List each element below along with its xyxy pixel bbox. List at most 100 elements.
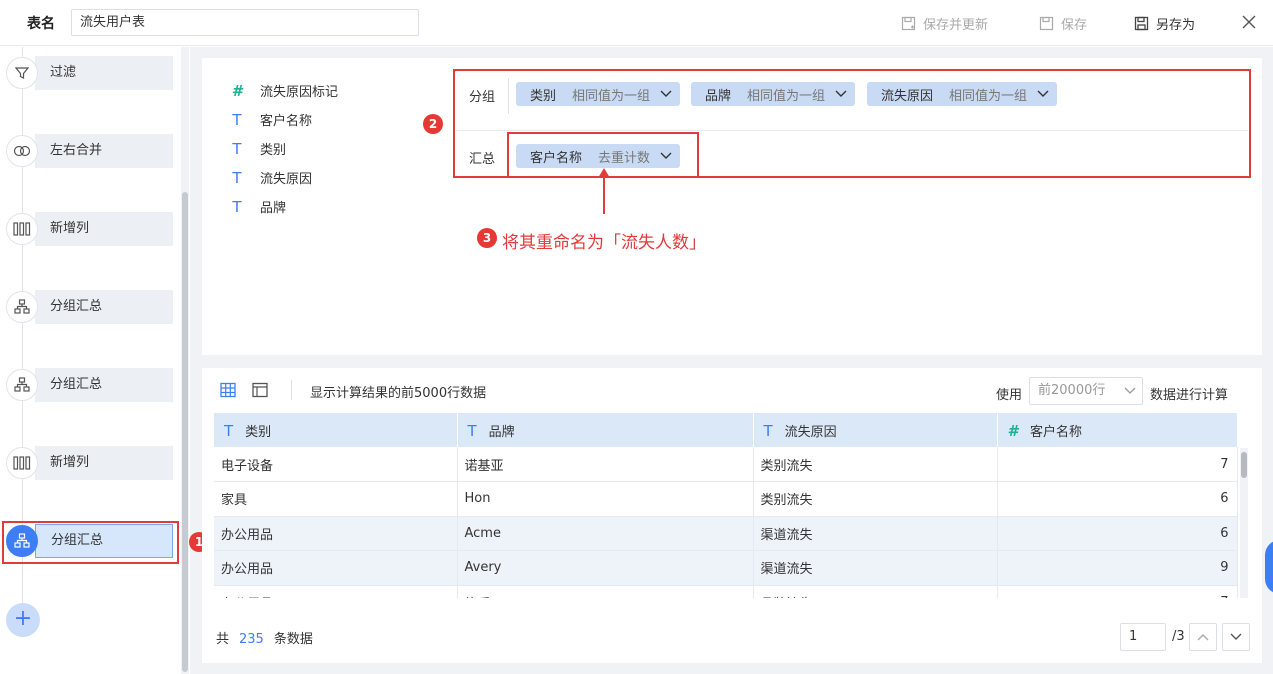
table-row: 家具 Hon 类别流失 6 [214, 481, 1238, 517]
chevron-up-icon [1197, 634, 1209, 641]
group-icon [6, 369, 38, 401]
number-type-icon: # [1007, 421, 1018, 440]
field-item[interactable]: T 类别 [230, 134, 338, 163]
table-cell: 6 [997, 481, 1238, 517]
annotation-badge-2: 2 [423, 114, 443, 134]
table-cell: 6 [997, 516, 1238, 551]
table-row: 办公用品 Avery 渠道流失 9 [214, 550, 1238, 586]
table-scrollbar[interactable] [1240, 448, 1248, 598]
table-cell: 7 [997, 447, 1238, 482]
annotation-note: 将其重命名为「流失人数」 [502, 233, 706, 253]
prev-page-button[interactable] [1189, 623, 1217, 651]
columns-icon [6, 447, 38, 479]
step-label: 分组汇总 [35, 368, 173, 402]
save-as-icon [1134, 16, 1149, 30]
field-list: # 流失原因标记 T 客户名称 T 类别 T 流失原因 T 品牌 [230, 76, 338, 221]
table-row: 办公用品 Acme 渠道流失 6 [214, 516, 1238, 551]
table-cell: 办公用品 [214, 550, 458, 586]
chevron-down-icon [1230, 633, 1242, 640]
column-header[interactable]: # 客户名称 [997, 413, 1238, 447]
table-name-label: 表名 [27, 16, 55, 32]
step-add-column[interactable]: 新增列 [6, 212, 174, 246]
save-as-button[interactable]: 另存为 [1134, 14, 1195, 33]
step-label: 新增列 [35, 446, 173, 480]
text-type-icon: T [763, 421, 773, 440]
table-cell: 渠道流失 [753, 516, 998, 551]
row-count: 共 235 条数据 [216, 632, 313, 647]
chevron-down-icon [1124, 387, 1136, 394]
panel-view-icon[interactable] [252, 382, 268, 398]
floating-assistant-button[interactable] [1265, 540, 1273, 594]
columns-icon [6, 213, 38, 245]
table-cell: 渠道流失 [753, 550, 998, 586]
merge-icon [6, 135, 38, 167]
table-cell: 施乐 [457, 585, 754, 598]
field-item[interactable]: # 流失原因标记 [230, 76, 338, 105]
table-cell: 类别流失 [753, 447, 998, 482]
table-row: 电子设备 诺基亚 类别流失 7 [214, 447, 1238, 482]
step-label: 左右合并 [35, 134, 173, 168]
table-cell: 9 [997, 550, 1238, 586]
row-limit-select[interactable]: 前20000行 [1029, 377, 1143, 405]
text-type-icon: T [232, 197, 242, 216]
table-cell: 品牌流失 [753, 585, 998, 598]
steps-panel: 过滤 左右合并 新增列 分组汇总 分组汇总 新增列 分组汇总 + [0, 47, 190, 674]
column-header[interactable]: T 类别 [214, 413, 458, 447]
table-cell: 7 [997, 585, 1238, 598]
top-bar: 表名 流失用户表 保存并更新 保存 另存为 [0, 0, 1273, 46]
table-cell: 诺基亚 [457, 447, 754, 482]
table-cell: 类别流失 [753, 481, 998, 517]
next-page-button[interactable] [1222, 623, 1250, 651]
use-label: 使用 [996, 388, 1023, 403]
view-toggle [220, 382, 268, 398]
annotation-arrow [598, 168, 610, 214]
annotation-badge-3: 3 [477, 228, 497, 248]
close-icon[interactable] [1241, 14, 1257, 30]
number-type-icon: # [231, 81, 243, 100]
step-add-column[interactable]: 新增列 [6, 446, 174, 480]
step-label: 新增列 [35, 212, 173, 246]
table-view-icon[interactable] [220, 382, 236, 398]
table-row: 办公用品 施乐 品牌流失 7 [214, 585, 1238, 598]
save-button[interactable]: 保存 [1039, 14, 1087, 33]
filter-icon [6, 57, 38, 89]
table-cell: 家具 [214, 481, 458, 517]
table-cell: 电子设备 [214, 447, 458, 482]
steps-scrollbar[interactable] [181, 47, 189, 674]
save-update-icon [901, 16, 916, 30]
step-label: 过滤 [35, 56, 173, 90]
table-name-input[interactable]: 流失用户表 [71, 9, 419, 36]
table-cell: Acme [457, 516, 754, 551]
table-cell: Hon [457, 481, 754, 517]
text-type-icon: T [232, 110, 242, 129]
table-cell: Avery [457, 550, 754, 586]
text-type-icon: T [224, 421, 234, 440]
preview-info: 显示计算结果的前5000行数据 [310, 386, 487, 401]
preview-table: T 类别 T 品牌 T 流失原因 # 客户名称 电子设备 诺基亚 类别流失 7 家具 H… [214, 413, 1238, 598]
step-filter[interactable]: 过滤 [6, 56, 174, 90]
step-group-summary[interactable]: 分组汇总 [6, 290, 174, 324]
column-header[interactable]: T 流失原因 [753, 413, 998, 447]
add-step-button[interactable]: + [6, 603, 40, 637]
step-group-summary[interactable]: 分组汇总 [6, 368, 174, 402]
text-type-icon: T [232, 139, 242, 158]
field-item[interactable]: T 客户名称 [230, 105, 338, 134]
text-type-icon: T [232, 168, 242, 187]
field-item[interactable]: T 流失原因 [230, 163, 338, 192]
save-as-label: 另存为 [1156, 18, 1196, 33]
field-item[interactable]: T 品牌 [230, 192, 338, 221]
page-total: /3 [1172, 629, 1185, 644]
step-label: 分组汇总 [35, 290, 173, 324]
table-cell: 办公用品 [214, 516, 458, 551]
table-header: T 类别 T 品牌 T 流失原因 # 客户名称 [214, 413, 1238, 447]
save-and-update-button[interactable]: 保存并更新 [901, 14, 988, 33]
toolbar-divider [291, 380, 292, 400]
page-input[interactable]: 1 [1120, 623, 1166, 651]
text-type-icon: T [467, 421, 477, 440]
step-merge[interactable]: 左右合并 [6, 134, 174, 168]
table-cell: 办公用品 [214, 585, 458, 598]
calc-label: 数据进行计算 [1150, 388, 1229, 403]
save-icon [1039, 16, 1054, 30]
column-header[interactable]: T 品牌 [457, 413, 754, 447]
save-and-update-label: 保存并更新 [923, 18, 989, 33]
